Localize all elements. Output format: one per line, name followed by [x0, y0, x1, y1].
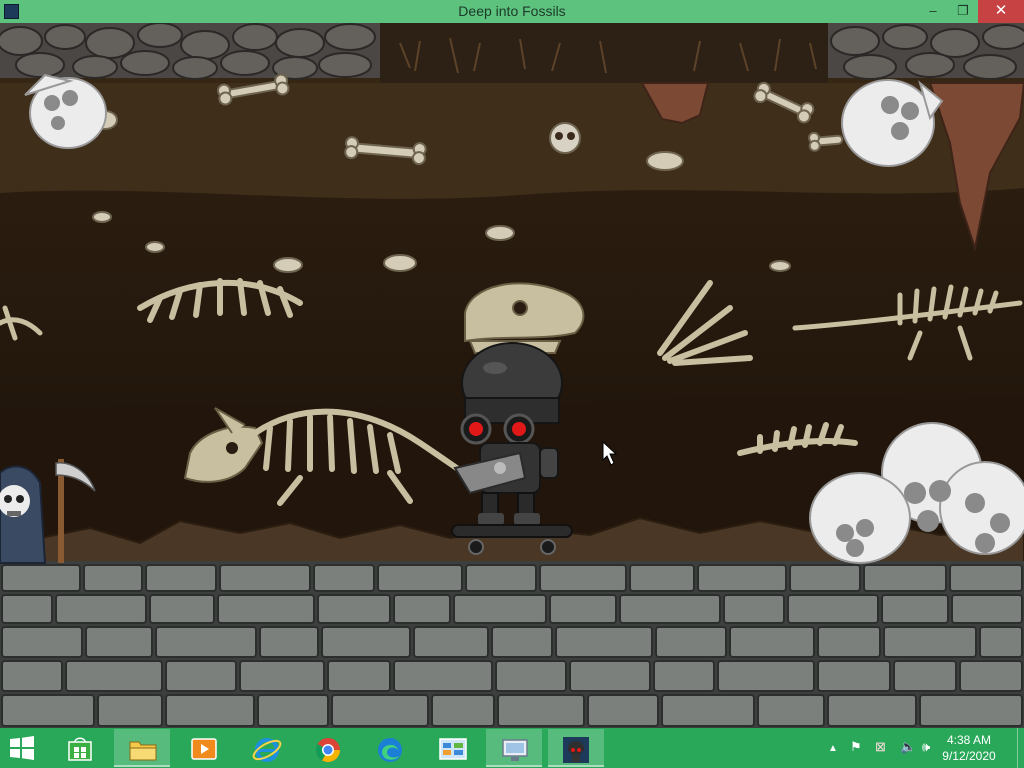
taskbar-clock[interactable]: 4:38 AM 9/12/2020	[934, 732, 1004, 764]
taskbar-media-player[interactable]	[176, 729, 232, 767]
taskbar-internet-explorer[interactable]	[238, 729, 294, 767]
edge-icon	[378, 738, 402, 762]
window-titlebar[interactable]: Deep into Fossils – ❐ ✕	[0, 0, 1024, 23]
close-button[interactable]: ✕	[978, 0, 1024, 23]
speaker-icon[interactable]: 🕪	[922, 740, 930, 754]
windows-logo-icon	[10, 736, 34, 760]
taskbar-deep-into-fossils[interactable]	[548, 729, 604, 767]
taskbar: ▲ ⚑ ⊠ 🔈 🕪 4:38 AM 9/12/2020	[0, 728, 1024, 768]
internet-explorer-icon	[252, 738, 282, 762]
minimize-button[interactable]: –	[918, 0, 948, 23]
show-hidden-icons-icon[interactable]: ▲	[828, 742, 838, 756]
taskbar-file-explorer[interactable]	[114, 729, 170, 767]
small-skull-decor	[549, 122, 581, 154]
stone-wall-floor	[0, 561, 1024, 728]
volume-icon[interactable]: 🔈	[900, 740, 916, 754]
network-icon[interactable]: ⊠	[875, 740, 886, 754]
system-tray: ▲ ⚑ ⊠ 🔈 🕪 4:38 AM 9/12/2020	[820, 728, 1024, 768]
rock-ceiling	[0, 23, 1024, 83]
start-button[interactable]	[8, 735, 36, 761]
control-panel-icon	[439, 738, 467, 760]
media-player-icon	[191, 738, 217, 760]
remote-desktop-icon	[502, 739, 528, 761]
folder-icon	[129, 741, 157, 761]
action-center-flag-icon[interactable]: ⚑	[850, 740, 862, 754]
maximize-button[interactable]: ❐	[948, 0, 978, 23]
clock-date: 9/12/2020	[942, 749, 996, 763]
game-scene[interactable]	[0, 23, 1024, 728]
taskbar-chrome[interactable]	[300, 729, 356, 767]
taskbar-edge[interactable]	[362, 729, 418, 767]
chrome-icon	[315, 738, 340, 763]
store-icon	[68, 737, 92, 761]
game-viewport[interactable]	[0, 23, 1024, 728]
taskbar-remote-desktop[interactable]	[486, 729, 542, 767]
show-desktop-button[interactable]	[1017, 728, 1024, 768]
clock-time: 4:38 AM	[946, 733, 992, 747]
window-title: Deep into Fossils	[458, 3, 566, 19]
game-app-icon	[563, 737, 589, 763]
taskbar-control-panel[interactable]	[424, 729, 480, 767]
taskbar-store[interactable]	[52, 729, 108, 767]
